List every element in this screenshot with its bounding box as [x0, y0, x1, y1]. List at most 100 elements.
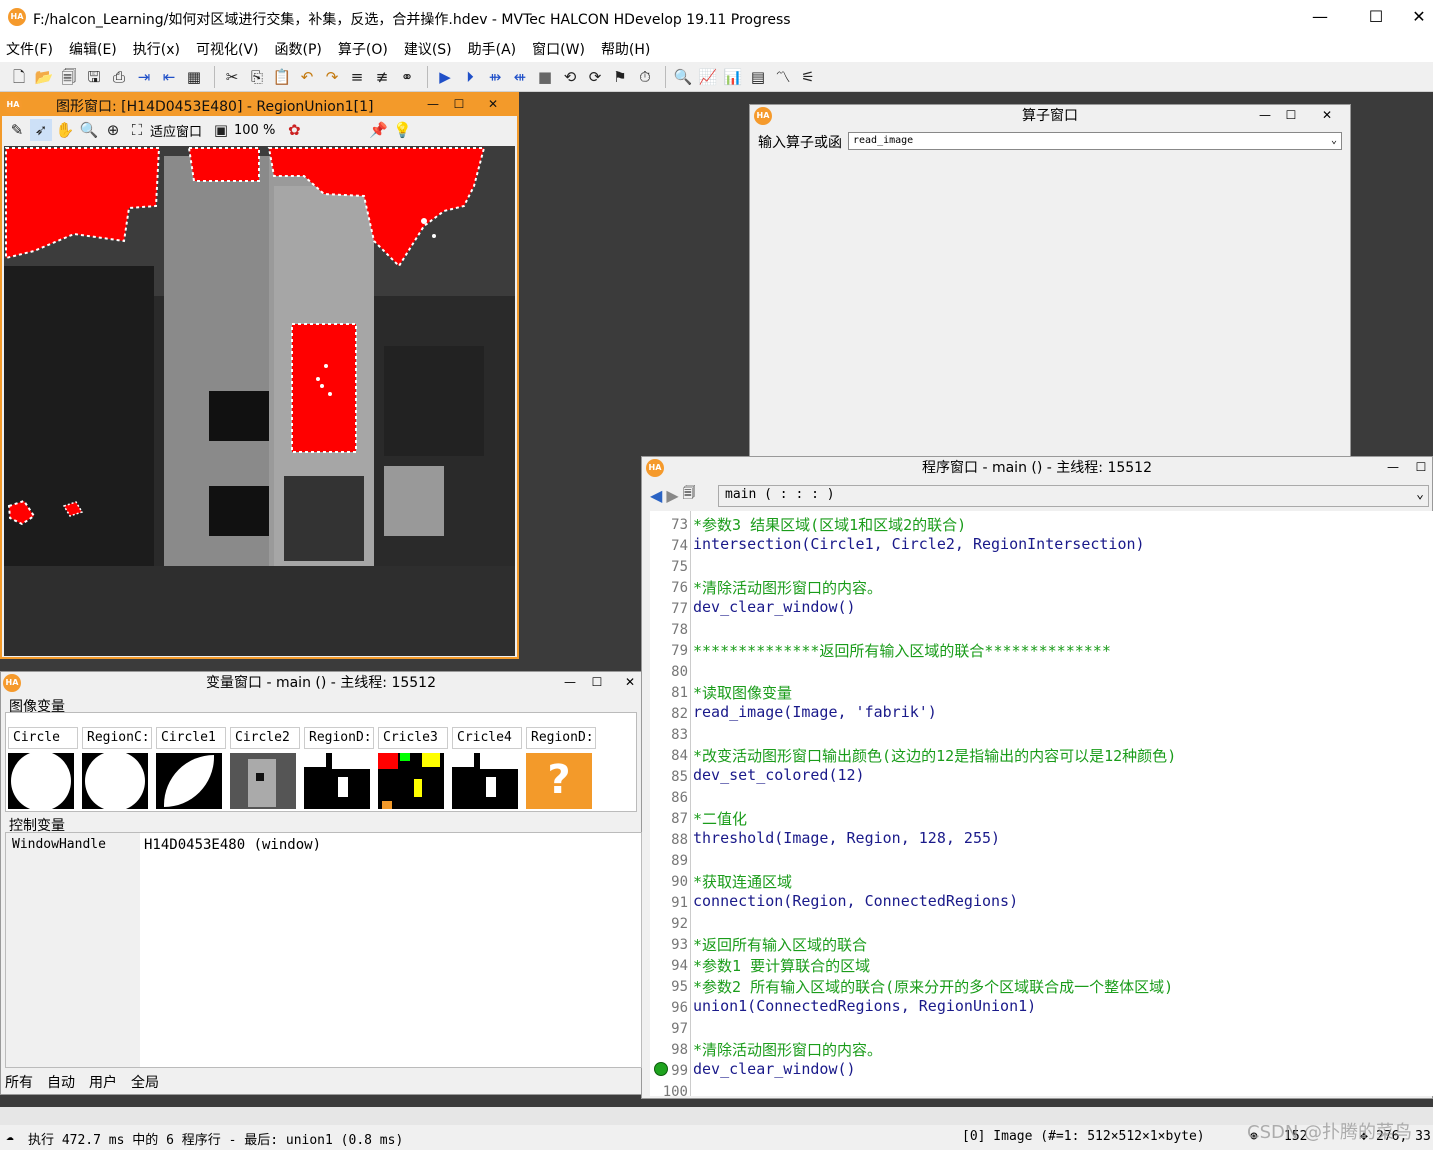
tab-user[interactable]: 用户 [89, 1072, 117, 1092]
code-line[interactable]: *参数3 结果区域(区域1和区域2的联合) [693, 514, 966, 535]
menu-help[interactable]: 帮助(H) [601, 39, 650, 59]
minimize-button[interactable]: — [559, 673, 581, 691]
control-var-name[interactable]: WindowHandle [12, 837, 106, 852]
open-file-icon[interactable]: 📂 [33, 66, 55, 88]
line-profile-icon[interactable]: 〽 [772, 66, 794, 88]
menu-edit[interactable]: 编辑(E) [69, 39, 117, 59]
menu-file[interactable]: 文件(F) [6, 39, 53, 59]
image-var-label[interactable]: Circle [8, 727, 78, 749]
zoom-level-icon[interactable]: ▣ [210, 119, 232, 141]
operator-input-field[interactable]: read_image ⌄ [848, 132, 1342, 150]
step-over-icon[interactable]: ⏵ [459, 66, 481, 88]
code-line[interactable]: *获取连通区域 [693, 871, 792, 892]
copy-icon[interactable]: ⎘ [246, 66, 268, 88]
lightbulb-icon[interactable]: 💡 [391, 119, 413, 141]
minimize-button[interactable]: — [422, 95, 444, 113]
close-button[interactable]: ✕ [1406, 6, 1432, 28]
code-line[interactable]: dev_clear_window() [693, 598, 856, 616]
export-icon[interactable]: ⇥ [133, 66, 155, 88]
image-var-label[interactable]: RegionD: [526, 727, 596, 749]
paste-icon[interactable]: 📋 [271, 66, 293, 88]
reset-program-icon[interactable]: ⟲ [559, 66, 581, 88]
close-button[interactable]: ✕ [1316, 106, 1338, 124]
uncomment-icon[interactable]: ≢ [371, 66, 393, 88]
tab-auto[interactable]: 自动 [47, 1072, 75, 1092]
code-line[interactable]: *改变活动图形窗口输出颜色(这边的12是指输出的内容可以是12种颜色) [693, 745, 1176, 766]
color-palette-icon[interactable]: ✿ [283, 119, 305, 141]
code-line[interactable]: union1(ConnectedRegions, RegionUnion1) [693, 997, 1036, 1015]
menu-window[interactable]: 窗口(W) [532, 39, 585, 59]
forward-arrow-icon[interactable]: ▶ [666, 486, 678, 505]
maximize-button[interactable]: ☐ [1410, 458, 1432, 476]
find-icon[interactable]: ⚭ [396, 66, 418, 88]
back-arrow-icon[interactable]: ◀ [650, 486, 662, 505]
code-line[interactable]: *清除活动图形窗口的内容。 [693, 1039, 882, 1060]
code-line[interactable]: *读取图像变量 [693, 682, 792, 703]
maximize-button[interactable]: ☐ [448, 95, 470, 113]
code-editor[interactable]: 73 *参数3 结果区域(区域1和区域2的联合) 74 intersection(Ci… [650, 511, 1433, 1096]
menu-visualize[interactable]: 可视化(V) [196, 39, 259, 59]
code-line[interactable]: *清除活动图形窗口的内容。 [693, 577, 882, 598]
import-icon[interactable]: ⇤ [158, 66, 180, 88]
fit-window-label[interactable]: 适应窗口 [150, 121, 202, 140]
print-icon[interactable]: ⎙ [108, 66, 130, 88]
maximize-button[interactable]: ☐ [1280, 106, 1302, 124]
pointer-icon[interactable]: ➶ [30, 119, 52, 141]
code-line[interactable]: dev_set_colored(12) [693, 766, 865, 784]
minimize-button[interactable]: — [1254, 106, 1276, 124]
menu-procedures[interactable]: 函数(P) [275, 39, 322, 59]
image-var-thumbnail[interactable] [304, 753, 370, 809]
chevron-down-icon[interactable]: ⌄ [1331, 133, 1337, 149]
code-line[interactable]: connection(Region, ConnectedRegions) [693, 892, 1018, 910]
tab-global[interactable]: 全局 [131, 1072, 159, 1092]
maximize-button[interactable]: ☐ [1356, 6, 1396, 28]
step-into-icon[interactable]: ⇻ [484, 66, 506, 88]
tab-all[interactable]: 所有 [5, 1072, 33, 1092]
image-var-label[interactable]: Circle1 [156, 727, 226, 749]
code-line[interactable]: *返回所有输入区域的联合 [693, 934, 867, 955]
code-line[interactable]: **************返回所有输入区域的联合************** [693, 640, 1111, 661]
chevron-down-icon[interactable]: ⌄ [1416, 486, 1424, 504]
menu-assistants[interactable]: 助手(A) [468, 39, 517, 59]
code-line[interactable]: threshold(Image, Region, 128, 255) [693, 829, 1000, 847]
control-var-value[interactable]: H14D0453E480 (window) [144, 837, 321, 853]
breakpoint-icon[interactable]: ⚑ [609, 66, 631, 88]
feature-histogram-icon[interactable]: 📊 [722, 66, 744, 88]
cut-icon[interactable]: ✂ [221, 66, 243, 88]
run-icon[interactable]: ▶ [434, 66, 456, 88]
code-line[interactable]: intersection(Circle1, Circle2, RegionInt… [693, 535, 1145, 553]
ocr-icon[interactable]: ⚟ [797, 66, 819, 88]
pan-hand-icon[interactable]: ✋ [54, 119, 76, 141]
undo-icon[interactable]: ↶ [296, 66, 318, 88]
image-var-label[interactable]: Cricle4 [452, 727, 522, 749]
image-var-label[interactable]: RegionD: [304, 727, 374, 749]
code-line[interactable]: *二值化 [693, 808, 747, 829]
menu-operators[interactable]: 算子(O) [338, 39, 388, 59]
image-var-thumbnail[interactable] [156, 753, 222, 809]
code-line[interactable]: *参数1 要计算联合的区域 [693, 955, 870, 976]
stop-icon[interactable]: ■ [534, 66, 556, 88]
pin-icon[interactable]: 📌 [367, 119, 389, 141]
graphics-canvas[interactable] [4, 146, 515, 656]
magnifier-icon[interactable]: 🔍 [78, 119, 100, 141]
minimize-button[interactable]: — [1382, 458, 1404, 476]
properties-icon[interactable]: ▦ [183, 66, 205, 88]
open-recent-icon[interactable]: 🗐 [58, 66, 80, 88]
comment-icon[interactable]: ≡ [346, 66, 368, 88]
image-var-thumbnail[interactable] [230, 753, 296, 809]
edit-icon[interactable]: ✎ [6, 119, 28, 141]
zoom-window-icon[interactable]: 🔍 [672, 66, 694, 88]
procedure-select[interactable]: main ( : : : ) ⌄ [718, 485, 1429, 507]
horizontal-scrollbar[interactable] [0, 1107, 1433, 1125]
zoom-level-label[interactable]: 100 % [234, 123, 275, 138]
redo-icon[interactable]: ↷ [321, 66, 343, 88]
image-var-label[interactable]: Cricle3 [378, 727, 448, 749]
code-line[interactable]: read_image(Image, 'fabrik') [693, 703, 937, 721]
fit-window-icon[interactable]: ⛶ [126, 119, 148, 141]
code-line[interactable]: *参数2 所有输入区域的联合(原来分开的多个区域联合成一个整体区域) [693, 976, 1173, 997]
maximize-button[interactable]: ☐ [586, 673, 608, 691]
image-var-thumbnail[interactable]: ? [526, 753, 592, 809]
profiler-icon[interactable]: ⏱ [634, 66, 656, 88]
menu-execute[interactable]: 执行(x) [133, 39, 180, 59]
close-button[interactable]: ✕ [482, 95, 504, 113]
